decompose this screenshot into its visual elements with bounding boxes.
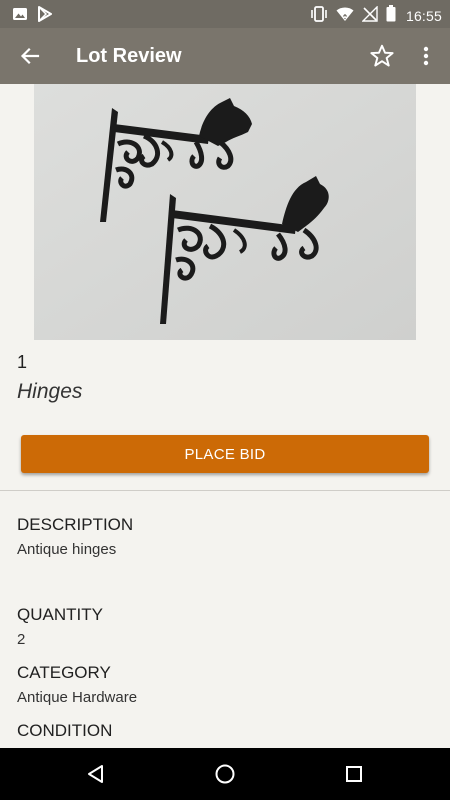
quantity-value: 2	[17, 631, 26, 648]
favorite-button[interactable]	[362, 36, 402, 76]
back-triangle-icon	[88, 765, 103, 783]
nav-recents-button[interactable]	[334, 754, 374, 794]
back-arrow-icon	[20, 47, 40, 65]
lot-photo[interactable]	[34, 84, 416, 340]
star-outline-icon	[370, 44, 394, 67]
notification-icons	[12, 6, 52, 27]
nav-back-button[interactable]	[76, 754, 116, 794]
description-label: DESCRIPTION	[17, 515, 134, 534]
clock-time: 16:55	[405, 8, 442, 24]
wifi-icon	[336, 6, 354, 27]
description-value: Antique hinges	[17, 541, 117, 558]
image-icon	[12, 6, 28, 27]
battery-icon	[386, 5, 396, 27]
play-store-icon	[38, 6, 52, 27]
recents-square-icon	[346, 766, 362, 782]
category-value: Antique Hardware	[17, 689, 138, 706]
no-signal-icon	[361, 4, 378, 27]
section-divider	[0, 490, 450, 491]
category-label: CATEGORY	[17, 663, 111, 682]
place-bid-button[interactable]: PLACE BID	[21, 435, 429, 473]
condition-label: CONDITION	[17, 721, 113, 740]
home-circle-icon	[215, 764, 235, 784]
overflow-menu-icon	[423, 46, 429, 66]
quantity-label: QUANTITY	[17, 605, 103, 624]
app-bar: Lot Review	[0, 28, 450, 84]
back-button[interactable]	[10, 36, 50, 76]
overflow-menu-button[interactable]	[410, 36, 442, 76]
system-icons: 16:55	[310, 4, 442, 27]
nav-home-button[interactable]	[205, 754, 245, 794]
vibrate-icon	[310, 5, 328, 27]
lot-title: Hinges	[17, 380, 83, 403]
lot-detail-content[interactable]: 1 Hinges PLACE BID DESCRIPTION Antique h…	[0, 84, 450, 748]
page-title: Lot Review	[76, 45, 182, 67]
lot-number: 1	[17, 352, 28, 372]
system-navigation-bar	[0, 748, 450, 800]
status-bar: 16:55	[0, 0, 450, 28]
